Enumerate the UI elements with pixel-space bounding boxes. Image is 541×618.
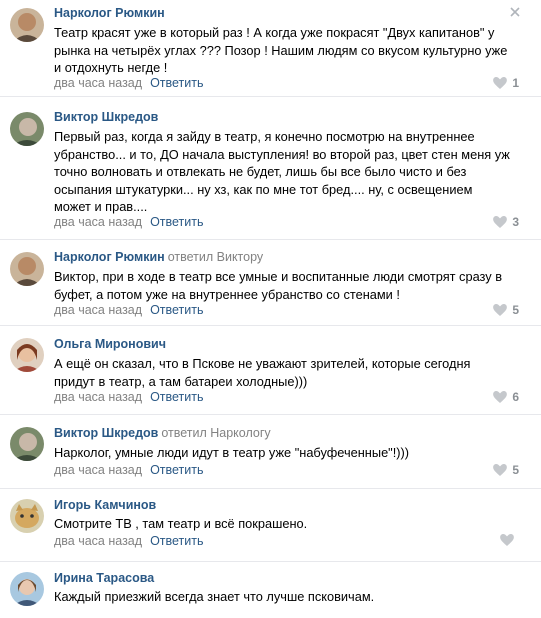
avatar[interactable] xyxy=(10,499,44,533)
comment-text-line: Смотрите ТВ , там театр и всё покрашено. xyxy=(54,516,308,531)
heart-icon xyxy=(493,464,508,476)
like-button[interactable]: 3 xyxy=(493,215,519,229)
comment-meta: два часа назад Ответить xyxy=(54,534,204,548)
comment-text-line: Каждый приезжий всегда знает что лучше п… xyxy=(54,589,375,604)
heart-icon xyxy=(493,304,508,316)
comment-time[interactable]: два часа назад xyxy=(54,76,142,90)
comment-text: Первый раз, когда я зайду в театр, я кон… xyxy=(54,128,524,216)
reply-button[interactable]: Ответить xyxy=(150,215,203,229)
comment-time[interactable]: два часа назад xyxy=(54,463,142,477)
comment-author: Ольга Миронович xyxy=(54,337,169,351)
comment-item: Виктор Шкредов Первый раз, когда я зайду… xyxy=(0,97,541,240)
reply-to-label: ответил Наркологу xyxy=(161,426,271,440)
reply-button[interactable]: Ответить xyxy=(150,463,203,477)
comment-text: Нарколог, умные люди идут в театр уже "н… xyxy=(54,444,524,462)
comment-text: Театр красят уже в который раз ! А когда… xyxy=(54,24,524,77)
comment-item: Виктор Шкредов ответил Наркологу Нарколог… xyxy=(0,415,541,489)
author-name[interactable]: Нарколог Рюмкин xyxy=(54,250,165,264)
comment-text-line: может и прав.... xyxy=(54,199,148,215)
author-name[interactable]: Ольга Миронович xyxy=(54,337,166,351)
avatar[interactable] xyxy=(10,112,44,146)
comment-text-line: Театр красят уже в который раз ! А когда… xyxy=(54,25,495,40)
author-name[interactable]: Виктор Шкредов xyxy=(54,110,158,124)
comment-meta: два часа назад Ответить xyxy=(54,303,204,317)
comment-text-line: убранство... и то, ДО начала выступления… xyxy=(54,146,510,162)
like-button[interactable] xyxy=(500,534,519,546)
comment-text-line: Нарколог, умные люди идут в театр уже "н… xyxy=(54,445,410,460)
like-button[interactable]: 5 xyxy=(493,303,519,317)
comment-text: Виктор, при в ходе в театр все умные и в… xyxy=(54,268,524,303)
comment-meta: два часа назад Ответить xyxy=(54,76,204,90)
comment-meta: два часа назад Ответить xyxy=(54,215,204,229)
comment-item: Нарколог Рюмкин ответил Виктору Виктор, п… xyxy=(0,240,541,326)
comment-author: Нарколог Рюмкин ответил Виктору xyxy=(54,250,263,264)
author-name[interactable]: Ирина Тарасова xyxy=(54,571,154,585)
comment-author: Виктор Шкредов ответил Наркологу xyxy=(54,426,271,440)
comment-time[interactable]: два часа назад xyxy=(54,390,142,404)
like-count: 5 xyxy=(512,303,519,317)
heart-icon xyxy=(493,77,508,89)
comment-text-line: А ещё он сказал, что в Пскове не уважают… xyxy=(54,356,471,371)
heart-icon xyxy=(500,534,514,546)
comment-text-line: точно волновать и отвлекать не будет, ли… xyxy=(54,164,467,180)
like-count: 5 xyxy=(512,463,519,477)
comment-item: Ольга Миронович А ещё он сказал, что в П… xyxy=(0,326,541,415)
author-name[interactable]: Игорь Камчинов xyxy=(54,498,156,512)
like-button[interactable]: 6 xyxy=(493,390,519,404)
comment-text: Каждый приезжий всегда знает что лучше п… xyxy=(54,588,524,606)
comment-item: Ирина Тарасова Каждый приезжий всегда зн… xyxy=(0,562,541,618)
like-count: 6 xyxy=(512,390,519,404)
comment-text: Смотрите ТВ , там театр и всё покрашено. xyxy=(54,515,524,533)
avatar[interactable] xyxy=(10,338,44,372)
comment-time[interactable]: два часа назад xyxy=(54,534,142,548)
comment-text-line: придут в театр, а там батареи холодные))… xyxy=(54,373,308,389)
comment-text-line: и отдохнуть негде ! xyxy=(54,60,168,76)
comment-meta: два часа назад Ответить xyxy=(54,463,204,477)
comment-text-line: Виктор, при в ходе в театр все умные и в… xyxy=(54,269,503,284)
like-button[interactable]: 1 xyxy=(493,76,519,90)
comment-text-line: осыпания штукатурки... ну хз, как по мне… xyxy=(54,181,473,197)
reply-to-label: ответил Виктору xyxy=(167,250,264,264)
avatar[interactable] xyxy=(10,572,44,606)
reply-button[interactable]: Ответить xyxy=(150,390,203,404)
author-name[interactable]: Нарколог Рюмкин xyxy=(54,6,165,20)
comment-item: Игорь Камчинов Смотрите ТВ , там театр и… xyxy=(0,489,541,562)
comment-time[interactable]: два часа назад xyxy=(54,303,142,317)
comment-author: Ирина Тарасова xyxy=(54,571,157,585)
comment-meta: два часа назад Ответить xyxy=(54,390,204,404)
like-count: 1 xyxy=(512,76,519,90)
avatar[interactable] xyxy=(10,8,44,42)
like-button[interactable]: 5 xyxy=(493,463,519,477)
like-count: 3 xyxy=(512,215,519,229)
reply-button[interactable]: Ответить xyxy=(150,534,203,548)
author-name[interactable]: Виктор Шкредов xyxy=(54,426,158,440)
comment-author: Виктор Шкредов xyxy=(54,110,161,124)
reply-button[interactable]: Ответить xyxy=(150,303,203,317)
close-icon[interactable] xyxy=(509,6,521,18)
avatar[interactable] xyxy=(10,252,44,286)
comment-author: Игорь Камчинов xyxy=(54,498,159,512)
heart-icon xyxy=(493,216,508,228)
comment-text-line: рынка на четырёх углах ??? Позор ! Нашим… xyxy=(54,42,508,58)
comment-text-line: Первый раз, когда я зайду в театр, я кон… xyxy=(54,129,475,144)
comment-text-line: буфет, а потом уже на внутреннее убранст… xyxy=(54,286,400,302)
heart-icon xyxy=(493,391,508,403)
comment-time[interactable]: два часа назад xyxy=(54,215,142,229)
comment-author: Нарколог Рюмкин xyxy=(54,6,168,20)
avatar[interactable] xyxy=(10,427,44,461)
reply-button[interactable]: Ответить xyxy=(150,76,203,90)
comment-item: Нарколог Рюмкин Театр красят уже в котор… xyxy=(0,0,541,97)
comment-text: А ещё он сказал, что в Пскове не уважают… xyxy=(54,355,524,390)
